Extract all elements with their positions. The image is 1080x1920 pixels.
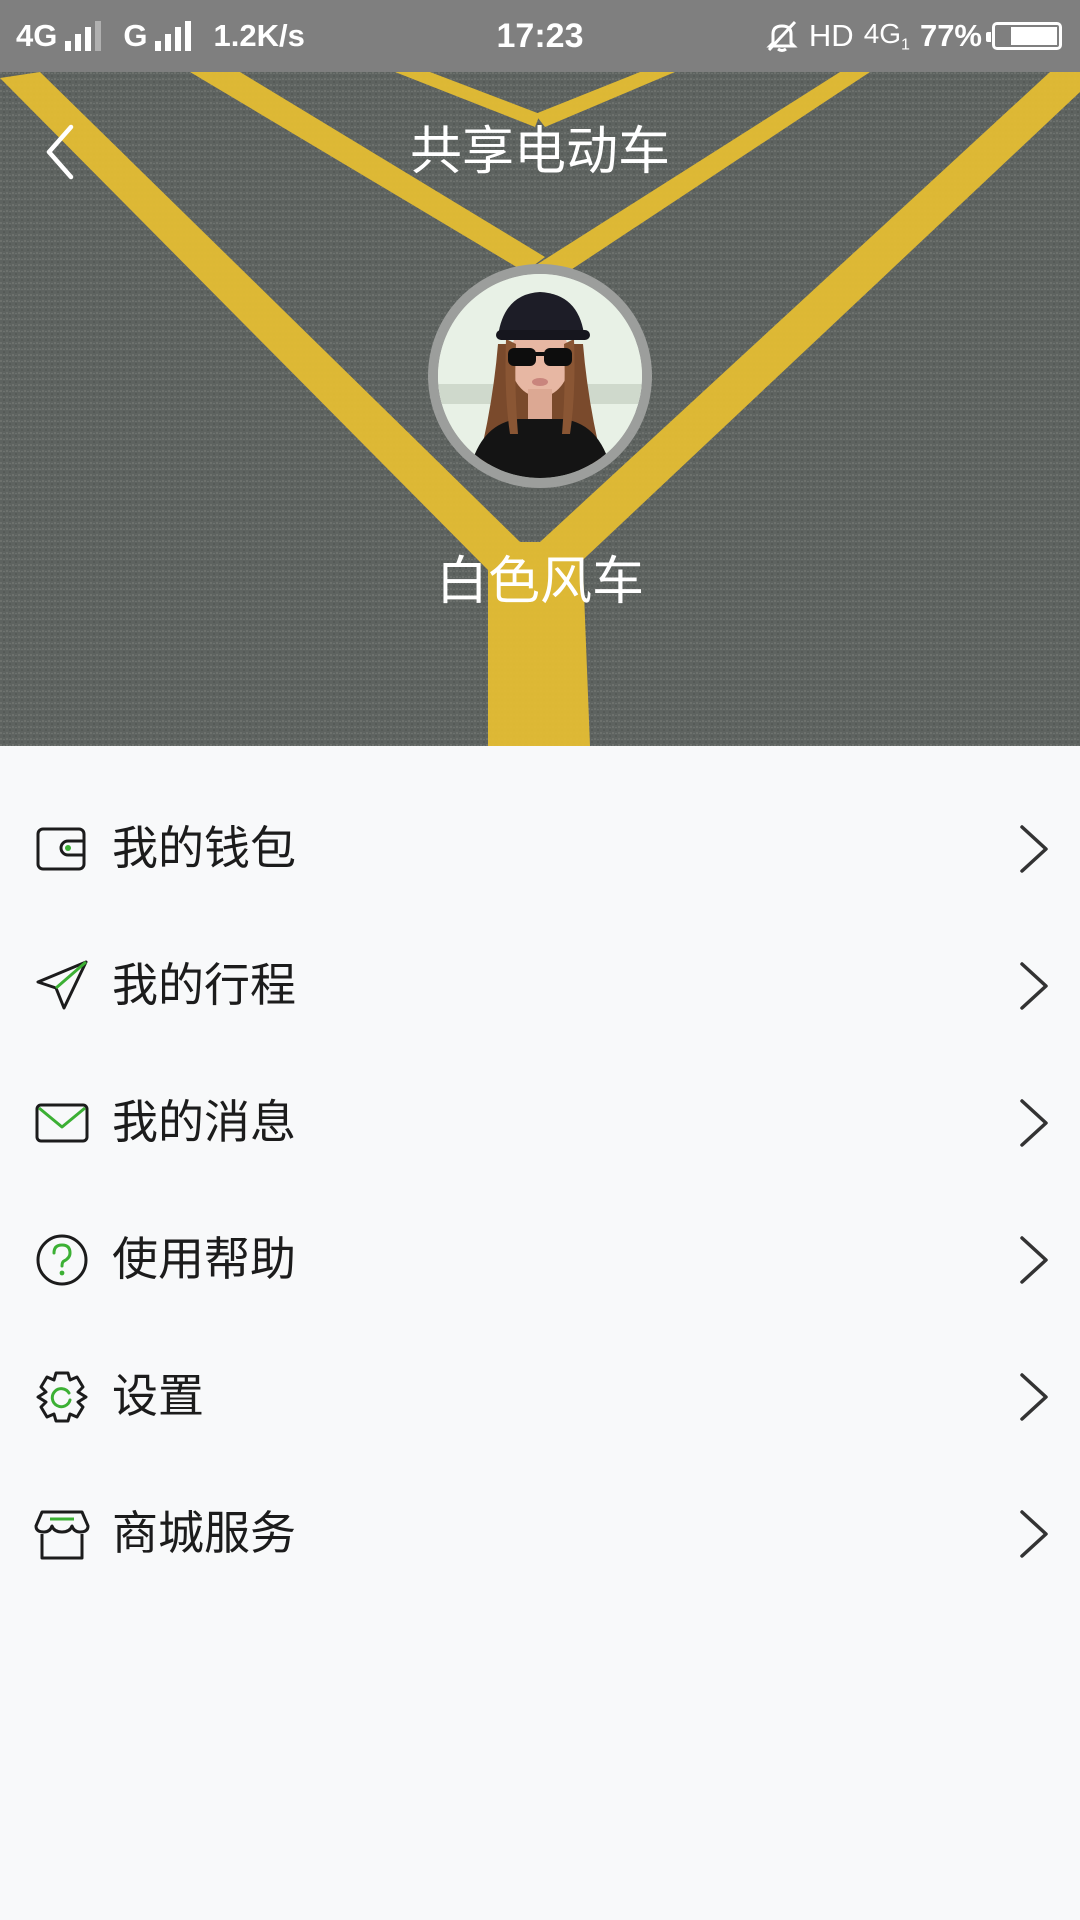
menu-item-trips[interactable]: 我的行程 xyxy=(0,917,1080,1054)
menu-item-wallet[interactable]: 我的钱包 xyxy=(0,780,1080,917)
envelope-icon xyxy=(35,1103,89,1143)
network-type-3: 4G1 xyxy=(863,17,910,54)
profile-menu: 我的钱包 我的行程 我的消息 使用帮助 设置 商城服务 xyxy=(0,780,1080,1602)
avatar[interactable] xyxy=(438,274,642,478)
menu-item-help[interactable]: 使用帮助 xyxy=(0,1191,1080,1328)
page-title: 共享电动车 xyxy=(409,122,670,182)
menu-item-store[interactable]: 商城服务 xyxy=(0,1465,1080,1602)
avatar-photo xyxy=(438,274,642,478)
profile-header: 共享电动车 白色风车 xyxy=(0,72,1080,746)
chevron-right-icon xyxy=(1020,962,1048,1010)
hd-label: HD xyxy=(808,18,854,53)
chevron-right-icon xyxy=(1020,1510,1048,1558)
menu-item-messages[interactable]: 我的消息 xyxy=(0,1054,1080,1191)
menu-item-label: 我的行程 xyxy=(112,958,296,1012)
battery-percent: 77% xyxy=(919,18,982,53)
help-circle-icon xyxy=(36,1234,88,1286)
menu-item-label: 设置 xyxy=(112,1369,204,1423)
menu-item-label: 商城服务 xyxy=(112,1506,296,1560)
chevron-right-icon xyxy=(1020,1373,1048,1421)
status-right: HD 4G1 77% xyxy=(765,0,1062,72)
username: 白色风车 xyxy=(435,552,644,612)
wallet-icon xyxy=(36,827,86,871)
chevron-right-icon xyxy=(1020,825,1048,873)
menu-item-label: 我的消息 xyxy=(112,1095,296,1149)
menu-item-label: 使用帮助 xyxy=(112,1232,296,1286)
gear-icon xyxy=(36,1371,88,1423)
chevron-right-icon xyxy=(1020,1099,1048,1147)
bell-muted-icon xyxy=(766,20,798,52)
chevron-right-icon xyxy=(1020,1236,1048,1284)
battery-icon xyxy=(986,22,1062,50)
store-icon xyxy=(34,1510,90,1560)
menu-item-label: 我的钱包 xyxy=(112,821,296,875)
menu-item-settings[interactable]: 设置 xyxy=(0,1328,1080,1465)
status-bar: 4G G 1.2K/s 17:23 HD 4G1 77% xyxy=(0,0,1080,72)
paper-plane-icon xyxy=(36,960,88,1010)
